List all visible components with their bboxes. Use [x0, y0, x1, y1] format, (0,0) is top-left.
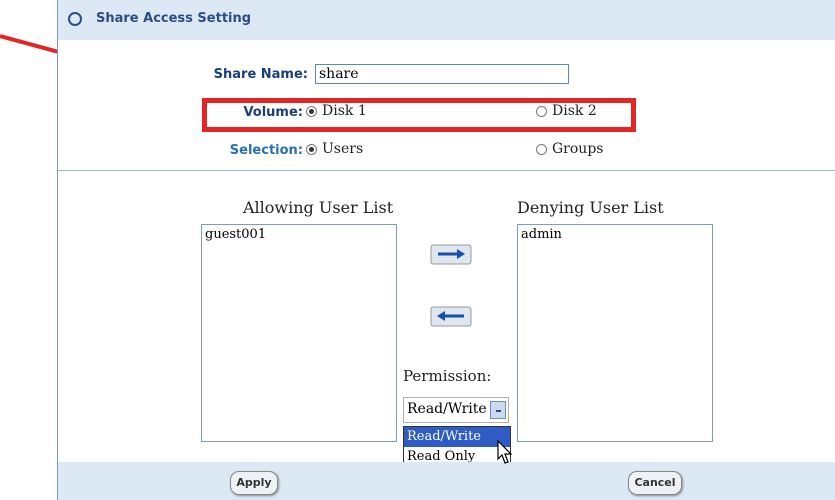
permission-label: Permission:	[403, 367, 492, 385]
move-left-arrow-icon[interactable]	[429, 304, 473, 328]
denying-list-title: Denying User List	[517, 198, 664, 217]
allowing-user-list[interactable]: guest001	[201, 224, 397, 442]
permission-selected-value: Read/Write	[407, 401, 487, 417]
chevron-down-icon[interactable]	[490, 401, 506, 419]
radio-unselected-icon	[536, 143, 547, 155]
cancel-button[interactable]: Cancel	[628, 471, 682, 495]
selection-option-label: Users	[322, 141, 364, 157]
selection-option-groups[interactable]: Groups	[536, 141, 603, 157]
move-right-arrow-icon[interactable]	[429, 242, 473, 266]
selection-label: Selection:	[229, 143, 303, 158]
mouse-pointer-icon	[497, 440, 513, 464]
panel-title: Share Access Setting	[96, 11, 252, 26]
gear-icon	[68, 12, 82, 26]
denying-user-list[interactable]: admin	[517, 224, 713, 442]
share-name-label: Share Name:	[213, 67, 308, 82]
permission-select[interactable]: Read/Write	[403, 397, 509, 423]
share-name-input[interactable]	[315, 64, 569, 84]
panel-footer: Apply Cancel	[58, 462, 835, 500]
radio-selected-icon	[306, 143, 317, 155]
list-item[interactable]: guest001	[205, 227, 393, 242]
allowing-list-title: Allowing User List	[243, 198, 394, 217]
share-access-panel: Share Access Setting Share Name: Volume:…	[57, 0, 835, 500]
permission-option-read-write[interactable]: Read/Write	[404, 427, 510, 447]
selection-option-users[interactable]: Users	[306, 141, 363, 157]
section-divider	[58, 170, 835, 171]
list-item[interactable]: admin	[521, 227, 709, 242]
panel-titlebar: Share Access Setting	[58, 0, 835, 40]
volume-highlight-box	[202, 98, 636, 132]
selection-option-label: Groups	[552, 141, 604, 157]
apply-button[interactable]: Apply	[230, 471, 278, 495]
